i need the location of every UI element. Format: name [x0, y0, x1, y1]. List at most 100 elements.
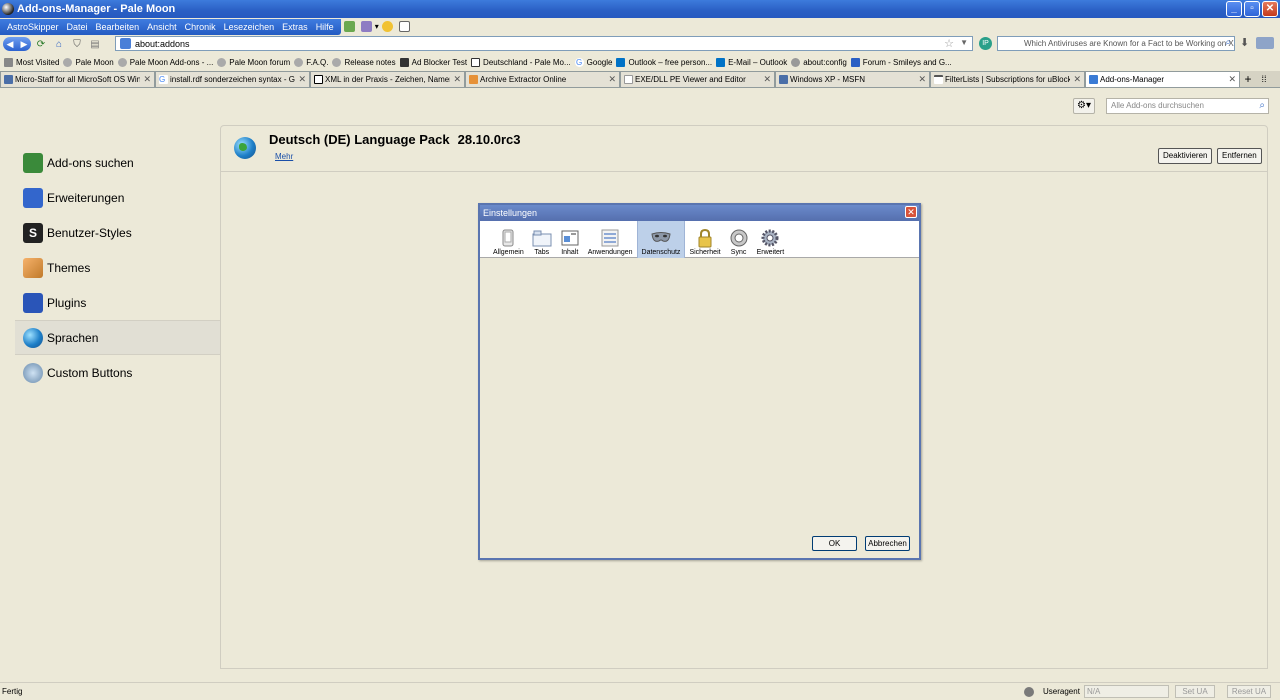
tab-filterlists[interactable]: FilterLists | Subscriptions for uBlock O… — [930, 71, 1085, 87]
addon-tools-gear-button[interactable]: ⚙▾ — [1073, 98, 1095, 114]
menu-lesezeichen[interactable]: Lesezeichen — [220, 22, 279, 32]
google-icon: G — [159, 75, 168, 84]
forward-icon[interactable]: ▶ — [21, 39, 28, 50]
ok-button[interactable]: OK — [812, 536, 857, 551]
back-forward-buttons[interactable]: ◀ ▶ — [3, 37, 31, 51]
search-icon[interactable]: ⌕ — [1259, 99, 1265, 113]
category-custom-buttons[interactable]: Custom Buttons — [15, 355, 220, 390]
useragent-field[interactable]: N/A — [1084, 685, 1169, 698]
menu-datei[interactable]: Datei — [63, 22, 92, 32]
maximize-button[interactable]: ▫ — [1244, 1, 1260, 17]
close-window-button[interactable]: ✕ — [1262, 1, 1278, 17]
disable-button[interactable]: Deaktivieren — [1158, 148, 1213, 164]
menu-bearbeiten[interactable]: Bearbeiten — [92, 22, 144, 32]
menu-astroskipper[interactable]: AstroSkipper — [3, 22, 63, 32]
pane-applications[interactable]: Anwendungen — [584, 221, 637, 258]
tab-close-icon[interactable]: ✕ — [763, 74, 771, 85]
pane-advanced[interactable]: Erweitert — [753, 221, 789, 258]
menu-ansicht[interactable]: Ansicht — [143, 22, 181, 32]
ip-icon[interactable]: IP — [979, 37, 992, 50]
download-icon[interactable]: ⬇ — [1240, 36, 1249, 49]
minimize-button[interactable]: _ — [1226, 1, 1242, 17]
bookmark-item[interactable]: Deutschland - Pale Mo... — [471, 57, 571, 67]
tab-windows-xp-msfn[interactable]: Windows XP - MSFN ✕ — [775, 71, 930, 87]
remove-button[interactable]: Entfernen — [1217, 148, 1262, 164]
category-extensions[interactable]: Erweiterungen — [15, 180, 220, 215]
menu-chronik[interactable]: Chronik — [181, 22, 220, 32]
bookmark-item[interactable]: Forum - Smileys and G... — [850, 57, 952, 67]
category-languages[interactable]: Sprachen — [15, 320, 220, 355]
pane-sync[interactable]: Sync — [725, 221, 753, 258]
url-text[interactable]: about:addons — [135, 39, 190, 49]
pane-content[interactable]: Inhalt — [556, 221, 584, 258]
category-get-addons[interactable]: Add-ons suchen — [15, 145, 220, 180]
bookmark-label: Pale Moon forum — [229, 57, 291, 67]
tab-close-icon[interactable]: ✕ — [453, 74, 461, 85]
url-dropdown-icon[interactable]: ▼ — [960, 38, 968, 47]
custom-buttons-icon — [23, 362, 43, 383]
bookmark-item[interactable]: G Google — [574, 57, 612, 67]
addons-search-input[interactable]: Alle Add-ons durchsuchen ⌕ — [1106, 98, 1269, 114]
tab-close-icon[interactable]: ✕ — [1073, 74, 1081, 85]
settings-toolbar-icon[interactable] — [398, 21, 410, 32]
set-ua-button[interactable]: Set UA — [1175, 685, 1215, 698]
extension-toolbar-icon[interactable] — [343, 21, 355, 32]
tab-close-icon[interactable]: ✕ — [143, 74, 151, 85]
tab-close-icon[interactable]: ✕ — [918, 74, 926, 85]
tab-micro-staff[interactable]: Micro-Staff for all MicroSoft OS Window✕ — [0, 71, 155, 87]
pane-label: Inhalt — [561, 249, 579, 256]
bookmark-item[interactable]: Ad Blocker Test — [399, 57, 467, 67]
shield-icon[interactable]: ⛉ — [69, 36, 85, 52]
tab-install-rdf[interactable]: Ginstall.rdf sonderzeichen syntax - Goog… — [155, 71, 310, 87]
tab-close-icon[interactable]: ✕ — [1228, 74, 1236, 85]
search-icon[interactable]: ⌕ — [1225, 37, 1231, 48]
new-tab-button[interactable]: + — [1240, 71, 1256, 87]
bookmark-item[interactable]: about:config — [791, 57, 847, 67]
all-tabs-icon[interactable]: ⁞⁞ — [1256, 71, 1272, 87]
library-icon[interactable]: ▤ — [87, 36, 103, 52]
addon-name: Deutsch (DE) Language Pack — [269, 132, 450, 147]
tab-addons-manager[interactable]: Add-ons-Manager ✕ — [1085, 71, 1240, 87]
category-plugins[interactable]: Plugins — [15, 285, 220, 320]
tab-archive-extractor[interactable]: Archive Extractor Online ✕ — [465, 71, 620, 87]
category-user-styles[interactable]: S Benutzer-Styles — [15, 215, 220, 250]
bookmark-star-icon[interactable]: ☆ — [944, 37, 954, 50]
pane-tabs[interactable]: Tabs — [528, 221, 556, 258]
category-themes[interactable]: Themes — [15, 250, 220, 285]
reload-icon[interactable]: ⟳ — [33, 36, 49, 52]
web-search-text[interactable]: Which Antiviruses are Known for a Fact t… — [1024, 39, 1234, 48]
url-bar[interactable]: about:addons ☆ ▼ — [115, 36, 973, 51]
bookmark-item[interactable]: Pale Moon forum — [217, 57, 291, 67]
bookmark-item[interactable]: F.A.Q. — [294, 57, 328, 67]
tab-close-icon[interactable]: ✕ — [608, 74, 616, 85]
bookmark-item[interactable]: Pale Moon — [63, 57, 114, 67]
pane-security[interactable]: Sicherheit — [685, 221, 724, 258]
lightbulb-icon[interactable] — [381, 21, 393, 32]
moon-icon — [63, 57, 73, 67]
home-icon[interactable]: ⌂ — [51, 36, 67, 52]
tab-xml-praxis[interactable]: XML in der Praxis - Zeichen, Namen und✕ — [310, 71, 465, 87]
useragent-icon[interactable] — [1024, 687, 1034, 697]
padlock-icon — [698, 228, 712, 248]
addon-toolbar-icon[interactable] — [360, 21, 372, 32]
more-link[interactable]: Mehr — [275, 152, 293, 161]
tab-close-icon[interactable]: ✕ — [298, 74, 306, 85]
reset-ua-button[interactable]: Reset UA — [1227, 685, 1271, 698]
pane-general[interactable]: Allgemein — [489, 221, 528, 258]
bookmark-item[interactable]: Pale Moon Add-ons - ... — [117, 57, 213, 67]
cancel-button[interactable]: Abbrechen — [865, 536, 910, 551]
menu-hilfe[interactable]: Hilfe — [312, 22, 338, 32]
toolbar-dropdown-icon[interactable]: ▾ — [375, 22, 379, 31]
web-search-field[interactable]: Which Antiviruses are Known for a Fact t… — [997, 36, 1235, 51]
menu-extras[interactable]: Extras — [278, 22, 312, 32]
pane-privacy[interactable]: Datenschutz — [636, 221, 686, 258]
dialog-close-button[interactable]: ✕ — [905, 206, 917, 218]
bookmark-item[interactable]: Release notes — [332, 57, 396, 67]
bookmark-item[interactable]: E-Mail – Outlook — [716, 57, 787, 67]
back-icon[interactable]: ◀ — [7, 39, 14, 50]
bookmark-item[interactable]: Outlook – free person... — [616, 57, 712, 67]
bookmark-item[interactable]: Most Visited — [4, 57, 59, 67]
tab-exe-dll-viewer[interactable]: EXE/DLL PE Viewer and Editor ✕ — [620, 71, 775, 87]
site-icon — [314, 75, 323, 84]
extras-menu-icon[interactable] — [1256, 37, 1274, 49]
